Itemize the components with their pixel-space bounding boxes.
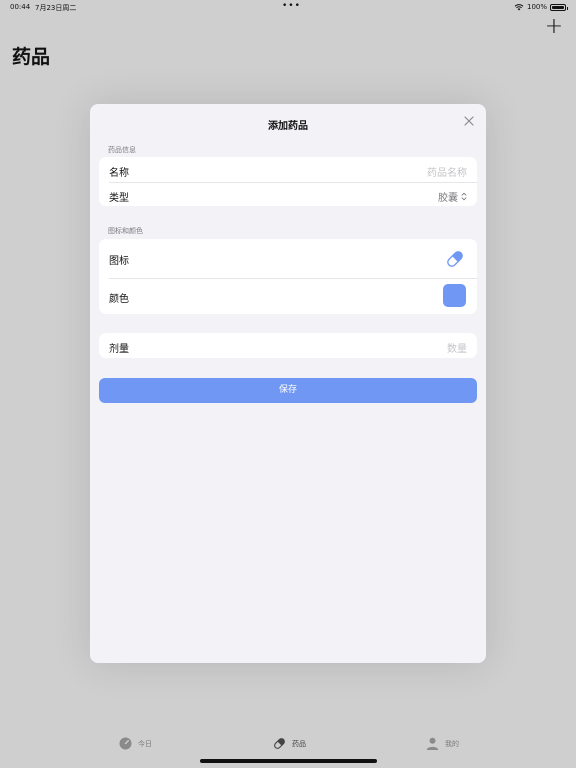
- type-picker[interactable]: 胶囊: [438, 189, 467, 204]
- dose-row[interactable]: 剂量 数量: [99, 333, 477, 358]
- status-right: 100%: [514, 3, 568, 11]
- dose-label: 剂量: [109, 344, 129, 355]
- tab-profile-label: 我的: [445, 739, 459, 748]
- save-button[interactable]: 保存: [99, 378, 477, 403]
- close-icon[interactable]: [462, 114, 476, 128]
- tab-profile[interactable]: 我的: [426, 737, 459, 750]
- name-row[interactable]: 名称 药品名称: [99, 157, 477, 182]
- capsule-icon[interactable]: [445, 249, 465, 269]
- tab-today-label: 今日: [138, 739, 152, 748]
- section-header-info: 药品信息: [108, 146, 136, 154]
- home-indicator[interactable]: [200, 759, 377, 763]
- color-label: 颜色: [109, 294, 129, 305]
- page-title: 药品: [12, 46, 51, 68]
- add-button[interactable]: +: [544, 16, 564, 38]
- person-icon: [426, 737, 439, 750]
- dose-card: 剂量 数量: [99, 333, 477, 358]
- tab-medicines[interactable]: 药品: [273, 737, 306, 750]
- status-date: 7月23日周二: [35, 4, 77, 12]
- color-swatch[interactable]: [443, 284, 466, 307]
- section-header-icon: 图标和颜色: [108, 227, 143, 235]
- multitasking-dots[interactable]: •••: [282, 1, 301, 11]
- chevron-updown-icon: [461, 192, 467, 201]
- sheet-title: 添加药品: [268, 121, 308, 132]
- info-card: 名称 药品名称 类型 胶囊: [99, 157, 477, 206]
- dose-input[interactable]: 数量: [447, 340, 467, 355]
- battery-icon: [550, 3, 568, 11]
- gauge-icon: [119, 737, 132, 750]
- add-medicine-sheet: 添加药品 药品信息 名称 药品名称 类型 胶囊 图标和颜色 图标 颜色 剂量 数…: [90, 104, 486, 663]
- status-bar: 00:44 7月23日周二 ••• 100%: [0, 0, 576, 14]
- name-input[interactable]: 药品名称: [427, 164, 467, 179]
- color-row[interactable]: 颜色: [99, 278, 477, 314]
- battery-percent: 100%: [526, 3, 547, 11]
- tab-today[interactable]: 今日: [119, 737, 152, 750]
- pill-icon: [274, 738, 285, 749]
- type-row[interactable]: 类型 胶囊: [99, 182, 477, 206]
- icon-row[interactable]: 图标: [99, 239, 477, 278]
- name-label: 名称: [109, 168, 129, 179]
- type-value: 胶囊: [438, 193, 458, 204]
- wifi-icon: [514, 3, 524, 10]
- type-label: 类型: [109, 193, 129, 204]
- icon-label: 图标: [109, 256, 129, 267]
- status-time: 00:44: [10, 3, 31, 11]
- icon-color-card: 图标 颜色: [99, 239, 477, 314]
- tab-medicines-label: 药品: [292, 739, 306, 748]
